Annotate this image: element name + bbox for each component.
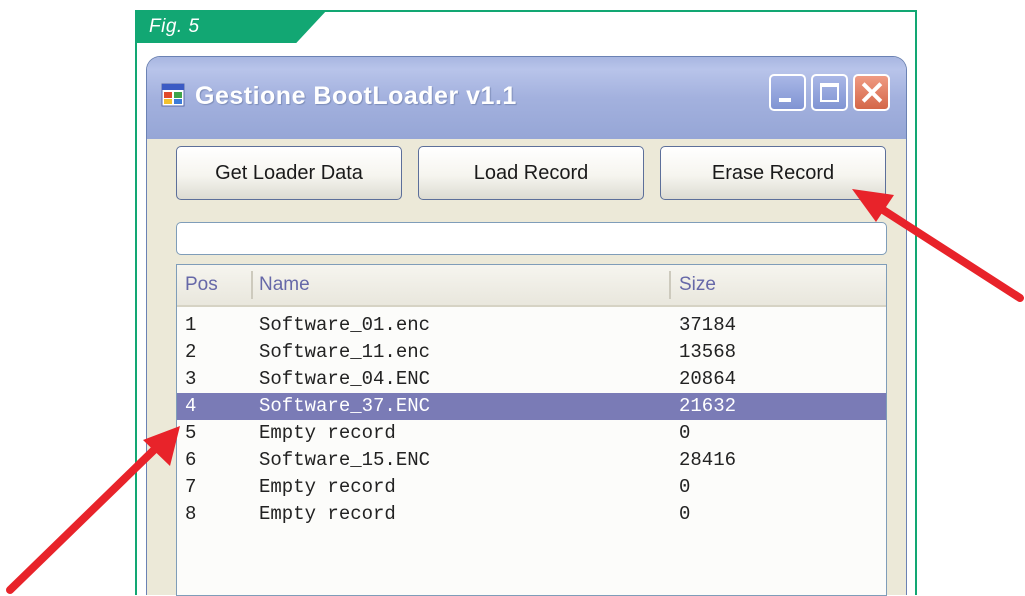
table-row[interactable]: 1 Software_01.enc 37184: [177, 312, 886, 339]
column-header-size[interactable]: Size: [679, 265, 716, 305]
cell-pos: 8: [185, 503, 197, 525]
cell-pos: 7: [185, 476, 197, 498]
cell-size: 0: [679, 422, 691, 444]
cell-name: Software_01.enc: [259, 314, 431, 336]
column-divider[interactable]: [251, 271, 253, 299]
cell-name: Software_37.ENC: [259, 395, 431, 417]
erase-record-button[interactable]: Erase Record: [660, 146, 886, 200]
app-window-icon: [161, 83, 185, 107]
cell-pos: 5: [185, 422, 197, 444]
title-bar[interactable]: Gestione BootLoader v1.1: [147, 57, 906, 139]
minimize-icon[interactable]: [769, 74, 806, 111]
cell-pos: 1: [185, 314, 197, 336]
table-row[interactable]: 7 Empty record 0: [177, 474, 886, 501]
cell-name: Software_11.enc: [259, 341, 431, 363]
column-divider[interactable]: [669, 271, 671, 299]
listview-header: Pos Name Size: [177, 265, 886, 307]
figure-label: Fig. 5: [149, 16, 200, 37]
cell-size: 0: [679, 503, 691, 525]
get-loader-data-button[interactable]: Get Loader Data: [176, 146, 402, 200]
load-record-button[interactable]: Load Record: [418, 146, 644, 200]
listview-rows: 1 Software_01.enc 37184 2 Software_11.en…: [177, 312, 886, 528]
cell-size: 37184: [679, 314, 737, 336]
table-row[interactable]: 5 Empty record 0: [177, 420, 886, 447]
cell-pos: 4: [185, 395, 197, 417]
cell-name: Software_15.ENC: [259, 449, 431, 471]
table-row[interactable]: 4 Software_37.ENC 21632: [177, 393, 886, 420]
window-title: Gestione BootLoader v1.1: [195, 82, 517, 110]
cell-size: 21632: [679, 395, 737, 417]
cell-size: 0: [679, 476, 691, 498]
cell-size: 20864: [679, 368, 737, 390]
table-row[interactable]: 6 Software_15.ENC 28416: [177, 447, 886, 474]
cell-size: 28416: [679, 449, 737, 471]
app-window: Gestione BootLoader v1.1 Get Loader Data…: [146, 56, 907, 596]
figure-label-tab: Fig. 5: [135, 10, 327, 43]
cell-pos: 3: [185, 368, 197, 390]
cell-name: Empty record: [259, 476, 396, 498]
records-listview[interactable]: Pos Name Size 1 Software_01.enc 37184 2 …: [176, 264, 887, 596]
maximize-icon[interactable]: [811, 74, 848, 111]
table-row[interactable]: 2 Software_11.enc 13568: [177, 339, 886, 366]
table-row[interactable]: 3 Software_04.ENC 20864: [177, 366, 886, 393]
cell-pos: 6: [185, 449, 197, 471]
column-header-pos[interactable]: Pos: [185, 265, 218, 305]
column-header-name[interactable]: Name: [259, 265, 310, 305]
table-row[interactable]: 8 Empty record 0: [177, 501, 886, 528]
cell-size: 13568: [679, 341, 737, 363]
status-textbox[interactable]: [176, 222, 887, 255]
close-icon[interactable]: [853, 74, 890, 111]
cell-pos: 2: [185, 341, 197, 363]
cell-name: Empty record: [259, 422, 396, 444]
cell-name: Empty record: [259, 503, 396, 525]
cell-name: Software_04.ENC: [259, 368, 431, 390]
